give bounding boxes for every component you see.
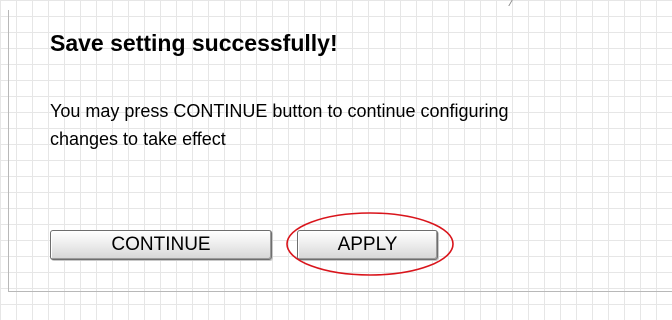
- top-edge-mark: [508, 0, 521, 6]
- settings-page: Save setting successfully! You may press…: [0, 0, 672, 320]
- info-message: You may press CONTINUE button to continu…: [50, 97, 672, 153]
- apply-button[interactable]: APPLY: [297, 230, 438, 260]
- message-line-2: changes to take effect: [50, 129, 226, 149]
- page-title: Save setting successfully!: [50, 30, 338, 56]
- message-line-1: You may press CONTINUE button to continu…: [50, 101, 509, 121]
- continue-button[interactable]: CONTINUE: [50, 230, 272, 260]
